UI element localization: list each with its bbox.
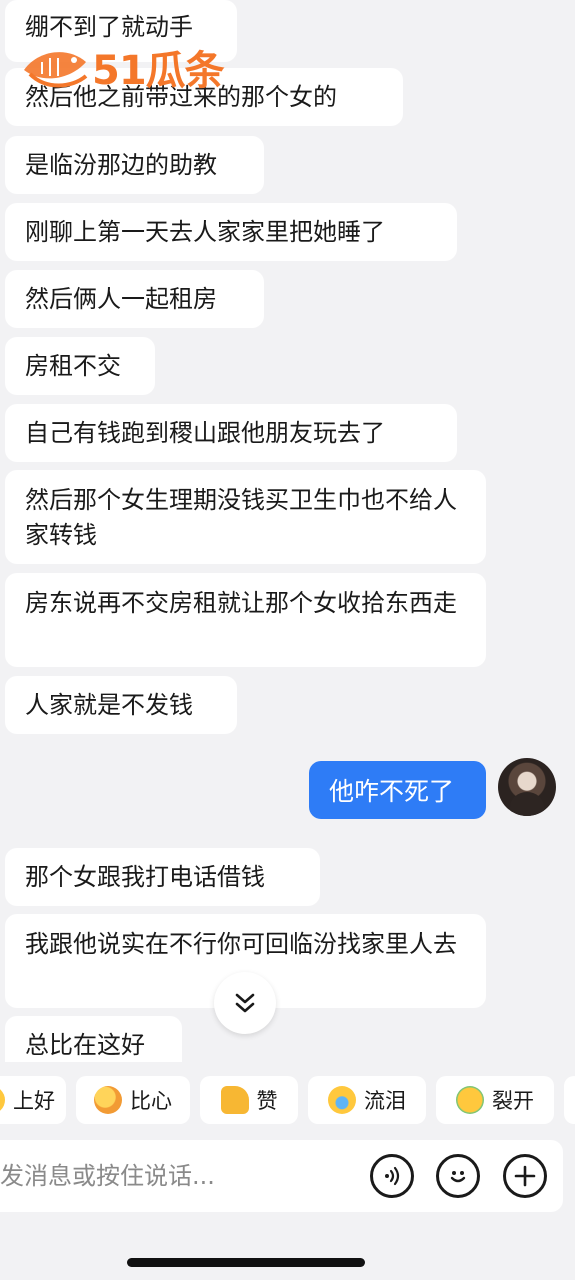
message-bubble[interactable]: 人家就是不发钱 (5, 676, 237, 734)
quick-reactions-bar: 上好 比心 赞 流泪 裂开 (0, 1076, 575, 1126)
message-bubble[interactable]: 房东说再不交房租就让那个女收拾东西走 (5, 573, 486, 667)
reaction-label: 比心 (130, 1089, 172, 1113)
reaction-label: 裂开 (492, 1089, 534, 1113)
reaction-chip[interactable]: 裂开 (436, 1076, 554, 1124)
message-bubble[interactable]: 刚聊上第一天去人家家里把她睡了 (5, 203, 457, 261)
message-bubble[interactable]: 那个女跟我打电话借钱 (5, 848, 320, 906)
message-text: 他咋不死了 (329, 777, 455, 806)
partial-emoji-icon (0, 1086, 5, 1114)
smiley-face-icon (450, 1171, 466, 1183)
watermark-logo: 51瓜条 (20, 40, 225, 94)
reaction-chip[interactable]: 流泪 (308, 1076, 426, 1124)
home-indicator[interactable] (127, 1258, 365, 1267)
message-text: 房东说再不交房租就让那个女收拾东西走 (25, 589, 457, 617)
message-text: 人家就是不发钱 (25, 691, 193, 719)
reaction-label: 流泪 (364, 1089, 406, 1113)
fish-logo-icon (24, 52, 88, 88)
message-text: 绷不到了就动手 (25, 13, 193, 41)
watermark-text: 51瓜条 (92, 48, 225, 94)
thumbs-up-icon (220, 1086, 249, 1114)
more-button[interactable] (503, 1154, 547, 1198)
reaction-chip[interactable]: 比心 (76, 1076, 190, 1124)
message-bubble[interactable]: 总比在这好 (5, 1016, 182, 1062)
message-bubble[interactable]: 然后那个女生理期没钱买卫生巾也不给人家转钱 (5, 470, 486, 564)
cracked-face-icon (456, 1086, 484, 1114)
chat-area[interactable]: 绷不到了就动手 然后他之前带过来的那个女的 是临汾那边的助教 刚聊上第一天去人家… (0, 0, 575, 1062)
message-text: 是临汾那边的助教 (25, 151, 217, 179)
double-chevron-down-icon (235, 993, 255, 1013)
message-text: 房租不交 (25, 352, 121, 380)
scroll-to-bottom-button[interactable] (214, 972, 276, 1034)
message-text: 总比在这好 (25, 1031, 145, 1059)
heart-hands-icon (94, 1086, 122, 1114)
reaction-label: 上好 (13, 1089, 55, 1113)
my-message-bubble[interactable]: 他咋不死了 (309, 761, 486, 819)
message-text: 那个女跟我打电话借钱 (25, 863, 265, 891)
message-text: 刚聊上第一天去人家家里把她睡了 (25, 218, 385, 246)
message-input-bar: 发消息或按住说话... (0, 1140, 563, 1212)
message-text: 然后俩人一起租房 (25, 285, 217, 313)
message-bubble[interactable]: 是临汾那边的助教 (5, 136, 264, 194)
plus-icon (514, 1165, 536, 1187)
message-input[interactable]: 发消息或按住说话... (0, 1158, 215, 1194)
reaction-chip[interactable]: 赞 (200, 1076, 298, 1124)
emoji-button[interactable] (436, 1154, 480, 1198)
message-text: 然后那个女生理期没钱买卫生巾也不给人家转钱 (25, 486, 457, 549)
message-text: 自己有钱跑到稷山跟他朋友玩去了 (25, 419, 385, 447)
crying-face-icon (328, 1086, 356, 1114)
reaction-chip[interactable]: 上好 (0, 1076, 66, 1124)
my-avatar[interactable] (498, 758, 556, 816)
message-bubble[interactable]: 房租不交 (5, 337, 155, 395)
message-bubble[interactable]: 然后俩人一起租房 (5, 270, 264, 328)
reaction-label: 赞 (256, 1089, 278, 1113)
voice-button[interactable] (370, 1154, 414, 1198)
reaction-chip-partial[interactable] (564, 1076, 575, 1124)
voice-wave-icon (385, 1166, 400, 1186)
message-text: 我跟他说实在不行你可回临汾找家里人去 (25, 930, 457, 958)
message-bubble[interactable]: 自己有钱跑到稷山跟他朋友玩去了 (5, 404, 457, 462)
